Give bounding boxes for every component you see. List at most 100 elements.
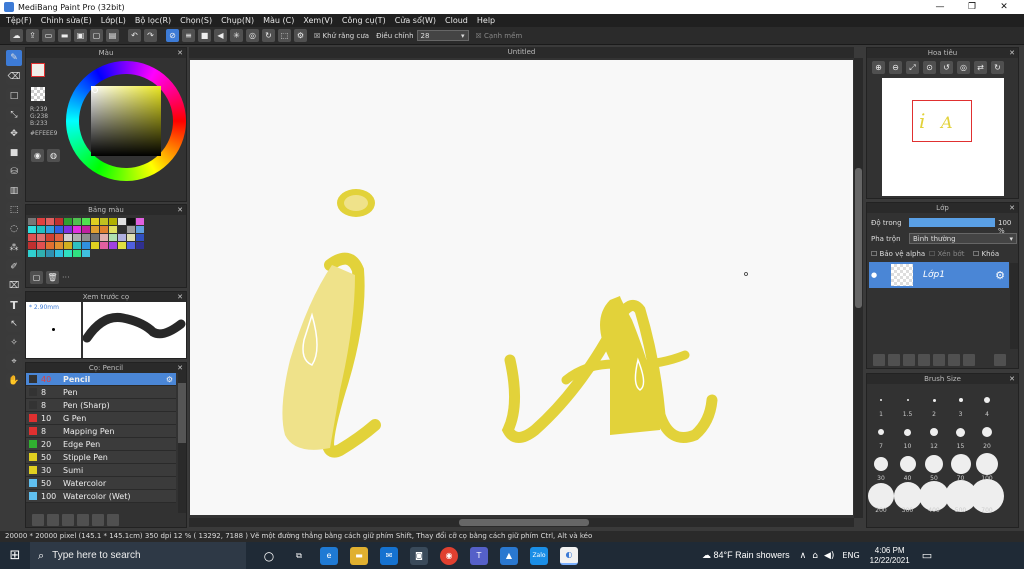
windows-start-icon[interactable]: ⊞	[6, 547, 24, 565]
document-tab[interactable]: Untitled	[189, 47, 854, 58]
shape-tool-icon[interactable]: □	[6, 88, 22, 104]
burst-icon[interactable]: ✳	[230, 29, 243, 42]
palette-swatch[interactable]	[127, 218, 135, 225]
fit-icon[interactable]: ⤢	[906, 61, 919, 74]
clip-checkbox[interactable]: ☐ Xén bớt	[929, 250, 964, 258]
photos-icon[interactable]: ▲	[500, 546, 518, 565]
search-box[interactable]: ⌕ Type here to search	[30, 542, 246, 569]
palette-swatch[interactable]	[127, 234, 135, 241]
alpha-protect-checkbox[interactable]: ☐ Bảo vệ alpha	[871, 250, 925, 258]
brush-item[interactable]: 50 Stipple Pen	[26, 451, 176, 464]
menu-view[interactable]: Xem(V)	[303, 16, 333, 25]
comment-icon[interactable]: ▭	[42, 29, 55, 42]
redo-icon[interactable]: ↷	[144, 29, 157, 42]
palette-swatch[interactable]	[73, 218, 81, 225]
palette-swatch[interactable]	[64, 234, 72, 241]
file-explorer-icon[interactable]: ▬	[350, 546, 368, 565]
minimize-icon[interactable]: —	[924, 0, 956, 14]
hatch-icon[interactable]: ≡	[182, 29, 195, 42]
brush-size-dot[interactable]	[984, 397, 990, 403]
drawing-canvas[interactable]	[190, 60, 853, 515]
close-icon[interactable]: ✕	[1009, 203, 1015, 213]
brush-tool-icon[interactable]: ✎	[6, 50, 22, 66]
rotate-left-icon[interactable]: ↺	[940, 61, 953, 74]
mail-icon[interactable]: ✉	[380, 546, 398, 565]
hue-ring[interactable]	[66, 61, 186, 181]
palette-swatch[interactable]	[109, 218, 117, 225]
close-icon[interactable]: ✕	[177, 205, 183, 215]
menu-filter[interactable]: Bộ lọc(R)	[135, 16, 171, 25]
menu-window[interactable]: Cửa sổ(W)	[395, 16, 436, 25]
bucket-tool-icon[interactable]: ⛁	[6, 164, 22, 180]
fill-icon[interactable]: ■	[198, 29, 211, 42]
menu-cloud[interactable]: Cloud	[445, 16, 468, 25]
arrow-icon[interactable]: ◀	[214, 29, 227, 42]
palette-swatch[interactable]	[127, 242, 135, 249]
palette-swatch[interactable]	[64, 226, 72, 233]
blend-select[interactable]: Bình thường ▾	[909, 233, 1017, 244]
merge-layer-icon[interactable]	[963, 354, 975, 366]
brush-size-dot[interactable]	[976, 453, 998, 475]
palette-swatch[interactable]	[118, 242, 126, 249]
brush-item[interactable]: 20 Edge Pen	[26, 438, 176, 451]
open-icon[interactable]: ▤	[106, 29, 119, 42]
new-layer-icon[interactable]	[873, 354, 885, 366]
eye-icon[interactable]: ●	[869, 271, 879, 279]
circle-ruler-icon[interactable]: ◎	[246, 29, 259, 42]
palette-swatch[interactable]	[82, 226, 90, 233]
brush-item[interactable]: 8 Pen (Sharp)	[26, 399, 176, 412]
menu-color[interactable]: Màu (C)	[263, 16, 294, 25]
palette-more[interactable]: ···	[62, 273, 70, 282]
palette-swatch[interactable]	[118, 218, 126, 225]
palette-swatch[interactable]	[46, 234, 54, 241]
pen-mode-icon[interactable]: ⊘	[166, 29, 179, 42]
antialias-checkbox[interactable]: ☒ Khử răng cưa	[314, 32, 369, 40]
brush-size-dot[interactable]	[950, 454, 971, 474]
palette-swatch[interactable]	[55, 242, 63, 249]
brush-list-scrollbar[interactable]	[178, 373, 186, 513]
copy-brush-icon[interactable]	[92, 514, 104, 526]
save-icon[interactable]: ▣	[74, 29, 87, 42]
brush-size-dot[interactable]	[932, 398, 936, 402]
palette-swatch[interactable]	[28, 250, 36, 257]
layer-folder-icon[interactable]	[933, 354, 945, 366]
brush-size-dot[interactable]	[956, 427, 965, 437]
close-icon[interactable]: ✕	[1009, 48, 1015, 58]
gear-icon[interactable]: ⚙	[294, 29, 307, 42]
menu-layer[interactable]: Lớp(L)	[101, 16, 126, 25]
palette-swatch[interactable]	[100, 218, 108, 225]
menu-select[interactable]: Chọn(S)	[180, 16, 212, 25]
network-icon[interactable]: ⌂	[812, 551, 818, 561]
palette-swatch[interactable]	[55, 234, 63, 241]
palette-swatch[interactable]	[136, 226, 144, 233]
palette-swatches[interactable]	[26, 215, 186, 257]
palette-swatch[interactable]	[37, 250, 45, 257]
brush-up-icon[interactable]	[32, 514, 44, 526]
brush-item[interactable]: 50 Watercolor	[26, 477, 176, 490]
palette-swatch[interactable]	[46, 242, 54, 249]
flip-icon[interactable]: ⇄	[974, 61, 987, 74]
rotate-reset-icon[interactable]: ◎	[957, 61, 970, 74]
brush-settings-icon[interactable]	[62, 514, 74, 526]
cortana-icon[interactable]: ○	[260, 547, 278, 565]
zoom-reset-icon[interactable]: ⊙	[923, 61, 936, 74]
lasso-tool-icon[interactable]: ◌	[6, 221, 22, 237]
share-icon[interactable]: ⇪	[26, 29, 39, 42]
opacity-slider[interactable]	[909, 218, 995, 227]
brush-size-dot[interactable]	[899, 456, 916, 472]
palette-swatch[interactable]	[28, 226, 36, 233]
palette-swatch[interactable]	[37, 226, 45, 233]
brush-size-dot[interactable]	[925, 455, 943, 473]
add-layer-menu-icon[interactable]	[918, 354, 930, 366]
add-brush-icon[interactable]	[47, 514, 59, 526]
palette-swatch[interactable]	[82, 242, 90, 249]
palette-swatch[interactable]	[109, 242, 117, 249]
menu-tools[interactable]: Công cụ(T)	[342, 16, 386, 25]
palette-swatch[interactable]	[55, 226, 63, 233]
volume-icon[interactable]: ◀)	[824, 551, 834, 561]
palette-swatch[interactable]	[82, 234, 90, 241]
close-icon[interactable]: ✕	[1009, 374, 1015, 384]
delete-brush-icon[interactable]	[107, 514, 119, 526]
smooth-checkbox[interactable]: ☒ Cạnh mềm	[476, 32, 523, 40]
brush-item[interactable]: 8 Mapping Pen	[26, 425, 176, 438]
